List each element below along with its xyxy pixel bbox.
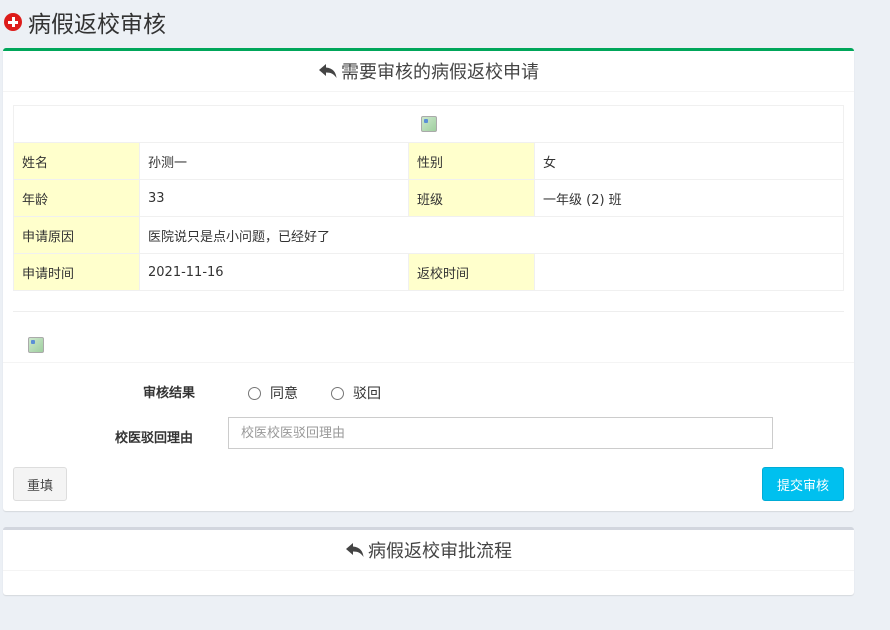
application-box: 需要审核的病假返校申请 姓名 孙测一 性别 女 年龄 33 班级 一年级 (2)… xyxy=(3,48,854,511)
age-value: 33 xyxy=(139,179,409,217)
class-label: 班级 xyxy=(408,179,535,217)
apply-time-label: 申请时间 xyxy=(13,253,140,291)
broken-image-icon xyxy=(28,337,44,353)
divider xyxy=(3,362,854,363)
page-header: 病假返校审核 xyxy=(4,6,166,38)
plus-circle-icon xyxy=(4,13,22,31)
reason-label: 申请原因 xyxy=(13,216,140,254)
table-row: 年龄 33 班级 一年级 (2) 班 xyxy=(13,179,844,217)
page-title: 病假返校审核 xyxy=(28,12,166,38)
reject-radio[interactable] xyxy=(331,386,344,400)
reason-value: 医院说只是点小问题，已经好了 xyxy=(139,216,844,254)
table-row: 申请时间 2021-11-16 返校时间 xyxy=(13,253,844,291)
application-info-table: 姓名 孙测一 性别 女 年龄 33 班级 一年级 (2) 班 申请原因 医院说只… xyxy=(13,105,844,291)
agree-radio-option[interactable]: 同意 xyxy=(248,383,298,403)
application-box-header: 需要审核的病假返校申请 xyxy=(3,51,854,92)
reset-button[interactable]: 重填 xyxy=(13,467,67,501)
gender-label: 性别 xyxy=(408,142,535,180)
image-cell xyxy=(13,105,844,143)
reply-icon xyxy=(346,543,364,557)
table-row xyxy=(13,105,844,143)
name-value: 孙测一 xyxy=(139,142,409,180)
table-row: 申请原因 医院说只是点小问题，已经好了 xyxy=(13,216,844,254)
review-result-label: 审核结果 xyxy=(143,386,196,401)
reject-radio-option[interactable]: 驳回 xyxy=(331,383,381,403)
application-box-title: 需要审核的病假返校申请 xyxy=(341,62,539,83)
reject-radio-label[interactable]: 驳回 xyxy=(353,383,381,403)
reject-reason-input[interactable] xyxy=(228,417,773,449)
broken-image-icon xyxy=(420,116,437,132)
class-value: 一年级 (2) 班 xyxy=(534,179,844,217)
reply-icon xyxy=(319,64,337,78)
table-row: 姓名 孙测一 性别 女 xyxy=(13,142,844,180)
divider xyxy=(13,311,844,312)
approval-flow-header: 病假返校审批流程 xyxy=(3,530,854,571)
name-label: 姓名 xyxy=(13,142,140,180)
reject-reason-label: 校医驳回理由 xyxy=(115,431,194,446)
approval-flow-box: 病假返校审批流程 xyxy=(3,527,854,595)
submit-review-button[interactable]: 提交审核 xyxy=(762,467,844,501)
return-time-label: 返校时间 xyxy=(408,253,535,291)
apply-time-value: 2021-11-16 xyxy=(139,253,409,291)
agree-radio-label[interactable]: 同意 xyxy=(270,383,298,403)
return-time-value xyxy=(534,253,844,291)
agree-radio[interactable] xyxy=(248,386,261,400)
gender-value: 女 xyxy=(534,142,844,180)
approval-flow-title: 病假返校审批流程 xyxy=(368,541,512,562)
age-label: 年龄 xyxy=(13,179,140,217)
